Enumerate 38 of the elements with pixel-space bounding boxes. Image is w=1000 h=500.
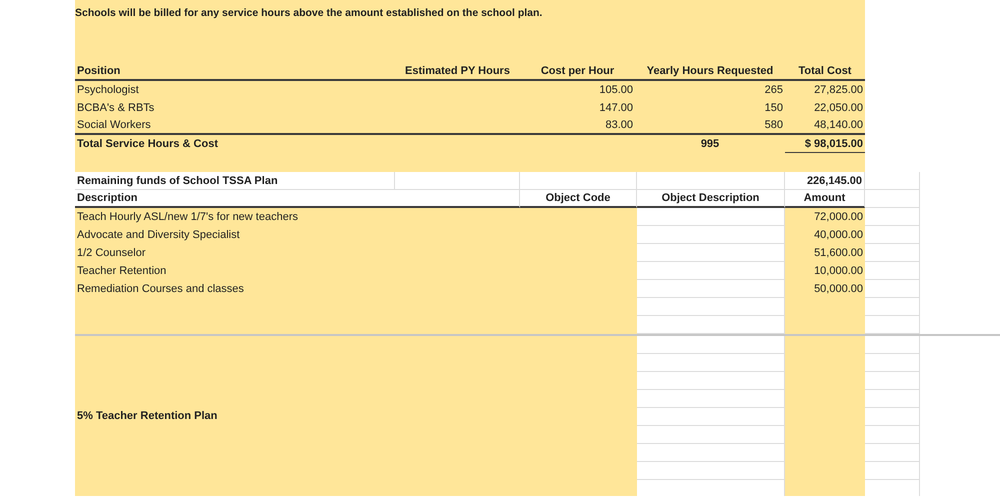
table-cell: 1/2 Counselor <box>75 244 637 262</box>
column-header: Description <box>75 190 520 208</box>
table-cell-text: Total Service Hours & Cost <box>76 137 219 152</box>
column-header: Object Code <box>520 190 637 208</box>
column-header: Cost per Hour <box>520 63 635 81</box>
table-cell-text: 22,050.00 <box>813 101 864 116</box>
table-cell: 83.00 <box>520 117 635 135</box>
table-cell: $ 98,015.00 <box>785 135 865 153</box>
table-cell-text: 147.00 <box>598 101 634 116</box>
table-cell: Teacher Retention <box>75 262 637 280</box>
notice-text: Schools will be billed for any service hours above the amount established on the school plan. <box>75 7 542 19</box>
table-cell-text: BCBA's & RBTs <box>76 101 156 116</box>
column-header: Object Description <box>637 190 785 208</box>
table-cell-text: 27,825.00 <box>813 83 864 98</box>
table-cell: 10,000.00 <box>785 262 865 280</box>
table-cell-text: Psychologist <box>76 83 140 98</box>
table-cell: 50,000.00 <box>785 280 865 298</box>
table-cell: 51,600.00 <box>785 244 865 262</box>
column-header: Amount <box>785 190 865 208</box>
table-cell: Remaining funds of School TSSA Plan <box>75 172 395 190</box>
column-header: Position <box>75 63 395 81</box>
column-header: Total Cost <box>785 63 865 81</box>
column-header: Yearly Hours Requested <box>635 63 785 81</box>
table-cell: Social Workers <box>75 117 395 135</box>
table-cell: Teach Hourly ASL/new 1/7's for new teachers <box>75 208 637 226</box>
table-cell: Advocate and Diversity Specialist <box>75 226 637 244</box>
table-cell: 48,140.00 <box>785 117 865 135</box>
table-cell: Remediation Courses and classes <box>75 280 637 298</box>
table-cell-text: 150 <box>764 101 784 116</box>
column-header: Estimated PY Hours <box>395 63 520 81</box>
table-cell: 72,000.00 <box>785 208 865 226</box>
table-cell: 580 <box>635 117 785 135</box>
table-cell: 5% Teacher Retention Plan <box>75 336 637 496</box>
table-cell-text: 995 <box>700 137 720 152</box>
table-cell: 226,145.00 <box>785 172 865 190</box>
table-cell-text: 265 <box>764 83 784 98</box>
table-cell: 40,000.00 <box>785 226 865 244</box>
table-cell-text: 105.00 <box>598 83 634 98</box>
